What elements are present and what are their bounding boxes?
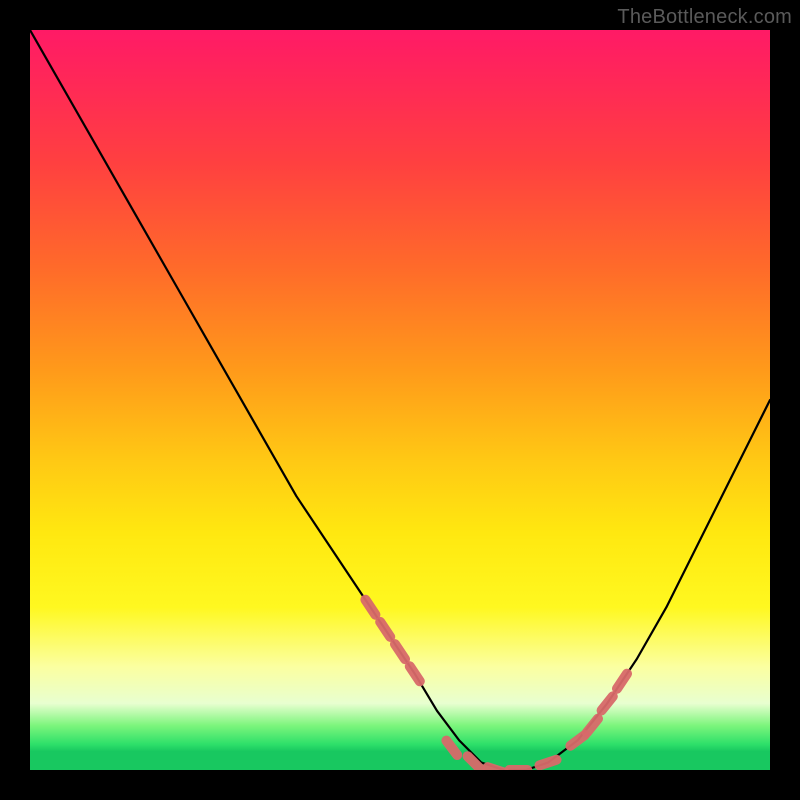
chart-frame: TheBottleneck.com xyxy=(0,0,800,800)
plot-area xyxy=(30,30,770,770)
chart-svg xyxy=(30,30,770,770)
watermark-text: TheBottleneck.com xyxy=(617,6,792,29)
curve-markers xyxy=(365,600,627,770)
